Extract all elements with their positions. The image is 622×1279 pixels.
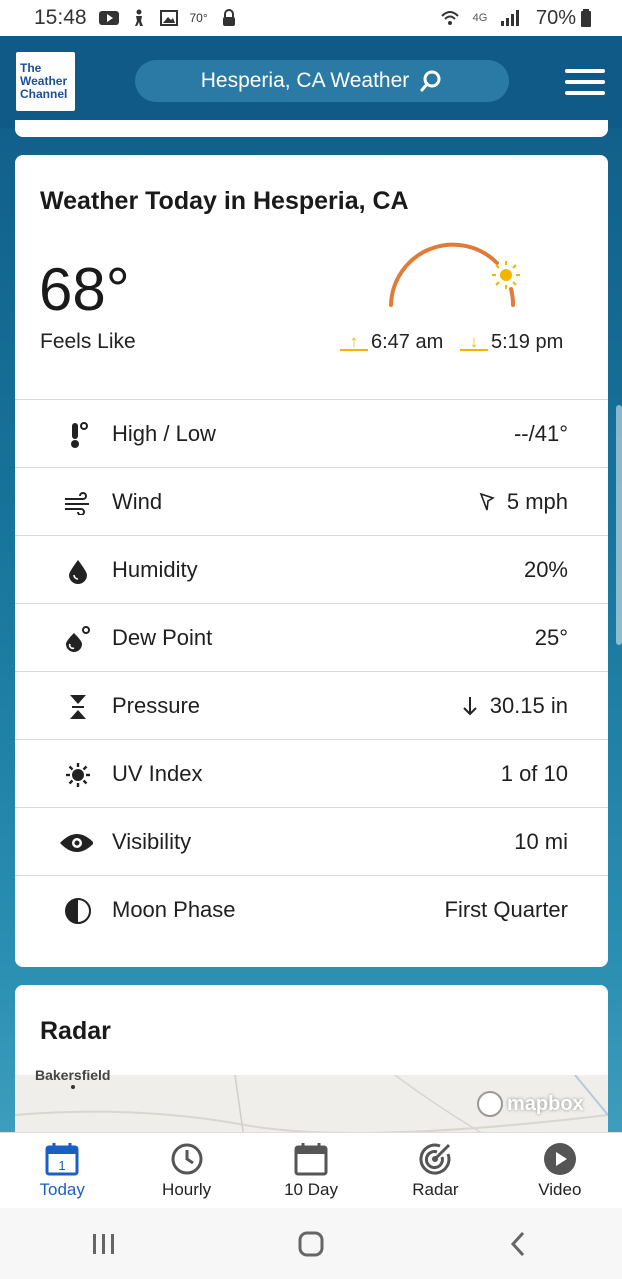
back-icon <box>511 1231 525 1256</box>
detail-row-visibility: Visibility 10 mi <box>15 807 608 875</box>
weather-channel-logo[interactable]: The Weather Channel <box>16 52 75 111</box>
figure-notification-icon <box>129 9 149 26</box>
radar-icon <box>419 1143 451 1175</box>
detail-row-wind: Wind 5 mph <box>15 467 608 535</box>
network-type: 4G <box>472 12 488 24</box>
home-icon <box>298 1231 324 1256</box>
location-search-button[interactable]: Hesperia, CA Weather <box>135 60 509 102</box>
wifi-icon <box>440 10 460 26</box>
status-time: 15:48 <box>34 6 87 29</box>
thermometer-icon <box>63 422 93 448</box>
lock-notification-icon <box>219 9 239 26</box>
location-search-text: Hesperia, CA Weather <box>200 69 410 92</box>
humidity-icon <box>63 558 93 584</box>
battery-icon <box>576 9 596 27</box>
detail-row-uv-index: UV Index 1 of 10 <box>15 739 608 807</box>
wind-direction-icon <box>479 492 495 510</box>
sunrise-time: ↑ 6:47 am <box>340 331 443 354</box>
temperature-badge: 70° <box>189 11 208 25</box>
mapbox-attribution[interactable]: mapbox <box>477 1091 584 1117</box>
current-temperature: 68° <box>39 256 130 323</box>
radar-card: Radar Bakersfield mapbox <box>15 985 608 1145</box>
detail-row-humidity: Humidity 20% <box>15 535 608 603</box>
status-bar: 15:48 70° 4G 70% <box>0 0 622 36</box>
bottom-tab-bar: 1 Today Hourly 10 Day Radar Video <box>0 1132 622 1208</box>
detail-row-pressure: Pressure 30.15 in <box>15 671 608 739</box>
battery-percent: 70% <box>535 6 576 29</box>
previous-card-edge <box>15 120 608 137</box>
scrollbar[interactable] <box>616 405 622 645</box>
pressure-icon <box>63 694 93 720</box>
tab-radar[interactable]: Radar <box>373 1133 497 1208</box>
calendar-icon <box>294 1143 328 1176</box>
youtube-notification-icon <box>98 10 119 26</box>
tab-today[interactable]: 1 Today <box>0 1133 124 1208</box>
back-button[interactable] <box>498 1224 538 1264</box>
feels-like-label: Feels Like <box>40 330 136 353</box>
uv-index-icon <box>63 762 93 788</box>
tab-video[interactable]: Video <box>498 1133 622 1208</box>
clock-icon <box>171 1143 203 1175</box>
recent-apps-button[interactable] <box>84 1224 124 1264</box>
weather-today-title: Weather Today in Hesperia, CA <box>40 187 409 215</box>
recent-apps-icon <box>92 1233 114 1254</box>
play-icon <box>543 1143 576 1175</box>
system-nav-bar <box>0 1208 622 1279</box>
dew-point-icon <box>63 626 93 652</box>
app-header: The Weather Channel Hesperia, CA Weather <box>0 36 622 128</box>
menu-icon[interactable] <box>565 69 605 97</box>
calendar-today-icon: 1 <box>45 1143 79 1176</box>
sunset-time: ↓ 5:19 pm <box>460 331 563 354</box>
sun-arc-icon <box>389 242 520 307</box>
tab-hourly[interactable]: Hourly <box>124 1133 248 1208</box>
moon-phase-icon <box>63 898 93 924</box>
map-city-label: Bakersfield <box>35 1067 111 1083</box>
radar-title: Radar <box>40 1017 111 1045</box>
signal-icon <box>500 10 520 26</box>
tab-10-day[interactable]: 10 Day <box>249 1133 373 1208</box>
home-button[interactable] <box>291 1224 331 1264</box>
map-city-dot <box>71 1085 75 1089</box>
sunrise-icon: ↑ <box>340 333 368 351</box>
detail-row-moon-phase: Moon Phase First Quarter <box>15 875 608 943</box>
weather-details-list: High / Low --/41° Wind 5 mph Humidity 20… <box>15 399 608 943</box>
svg-text:1: 1 <box>59 1158 66 1173</box>
mapbox-logo-icon <box>477 1091 503 1117</box>
wind-icon <box>63 490 93 516</box>
weather-today-card: Weather Today in Hesperia, CA 68° Feels … <box>15 155 608 967</box>
detail-row-high-low: High / Low --/41° <box>15 399 608 467</box>
arrow-down-icon <box>462 696 477 715</box>
detail-row-dew-point: Dew Point 25° <box>15 603 608 671</box>
image-notification-icon <box>159 10 179 26</box>
sunset-icon: ↓ <box>460 333 488 351</box>
search-icon <box>420 70 441 92</box>
visibility-icon <box>60 830 93 856</box>
